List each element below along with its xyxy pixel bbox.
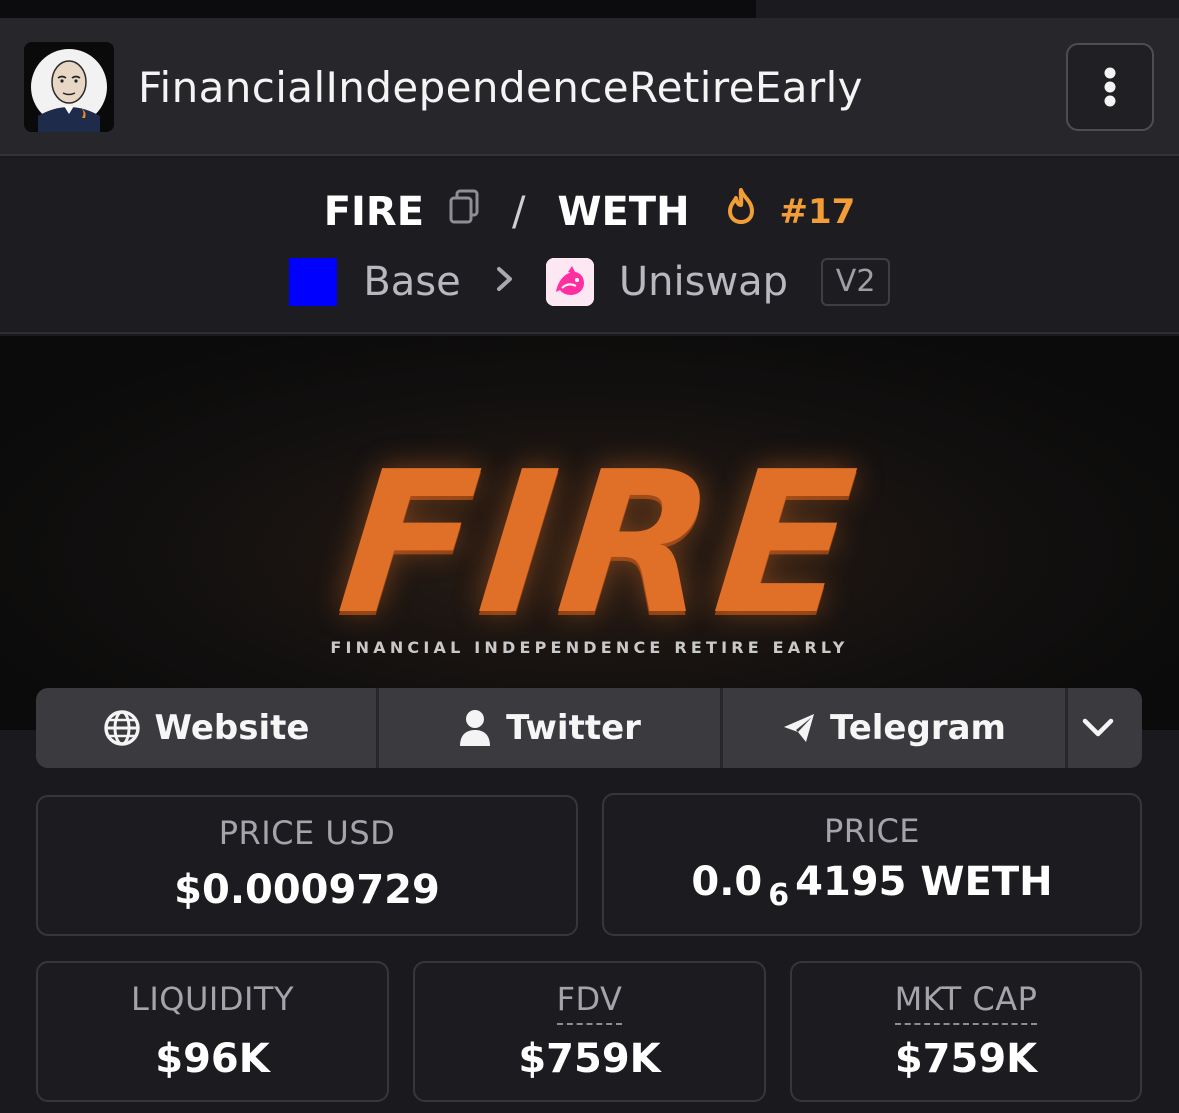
flame-icon [724,184,758,240]
dex-version-badge: V2 [820,258,891,306]
liquidity-card: LIQUIDITY $96K [36,961,389,1102]
price-native-prefix: 0.0 [691,859,763,905]
pair-info: FIRE / WETH #17 Base Uniswap V2 [0,158,1179,334]
pair-title: FIRE / WETH #17 [0,182,1179,240]
price-native-digits: 4195 WETH [795,859,1053,905]
base-symbol: FIRE [323,189,425,235]
price-native-zero-count: 6 [768,878,790,913]
twitter-label: Twitter [506,708,641,748]
telegram-link-button[interactable]: Telegram [723,688,1068,768]
chain-dex-row: Base Uniswap V2 [0,252,1179,310]
twitter-link-button[interactable]: Twitter [379,688,723,768]
uniswap-icon [546,258,595,306]
fdv-value: $759K [518,1036,661,1082]
banner-fire-logo: FIRE [330,430,870,658]
token-banner-image: FIRE FINANCIAL INDEPENDENCE RETIRE EARLY [0,336,1179,730]
dex-name[interactable]: Uniswap [619,254,788,310]
copy-icon[interactable] [448,184,480,240]
website-label: Website [154,708,310,748]
more-options-button[interactable] [1066,43,1154,131]
trending-rank[interactable]: #17 [779,184,855,240]
chain-name[interactable]: Base [363,254,460,310]
social-links-bar: Website Twitter Telegram [36,688,1142,768]
liquidity-label: LIQUIDITY [131,980,294,1018]
price-native-card: PRICE 0.0 6 4195 WETH [602,793,1142,936]
chevron-down-icon [1082,718,1114,737]
globe-icon [103,710,140,746]
market-cap-value: $759K [894,1036,1038,1082]
liquidity-value: $96K [155,1036,270,1082]
quote-symbol: WETH [557,189,690,235]
kebab-menu-icon [1104,67,1116,107]
status-strip-dark [0,0,756,18]
chevron-right-icon [495,254,515,310]
market-cap-label: MKT CAP [894,979,1038,1025]
price-usd-label: PRICE USD [218,814,396,852]
token-avatar [24,42,114,132]
fdv-card[interactable]: FDV $759K [413,961,766,1102]
pair-separator: / [511,189,526,235]
token-header: FinancialIndependenceRetireEarly [0,18,1179,156]
base-chain-icon [288,258,337,306]
status-strip [0,0,1179,18]
paper-plane-icon [784,714,815,742]
telegram-label: Telegram [830,708,1006,748]
fdv-label: FDV [556,979,623,1025]
user-icon [460,710,491,746]
price-usd-value: $0.0009729 [174,867,440,913]
token-full-name: FinancialIndependenceRetireEarly [138,63,863,112]
price-usd-card: PRICE USD $0.0009729 [36,795,578,936]
market-cap-card[interactable]: MKT CAP $759K [790,961,1142,1102]
more-links-dropdown[interactable] [1068,688,1142,768]
price-native-value: 0.0 6 4195 WETH [604,856,1140,913]
wojak-avatar-icon [24,42,114,132]
website-link-button[interactable]: Website [36,688,379,768]
banner-tagline: FINANCIAL INDEPENDENCE RETIRE EARLY [330,638,849,657]
price-native-label: PRICE [823,812,921,850]
